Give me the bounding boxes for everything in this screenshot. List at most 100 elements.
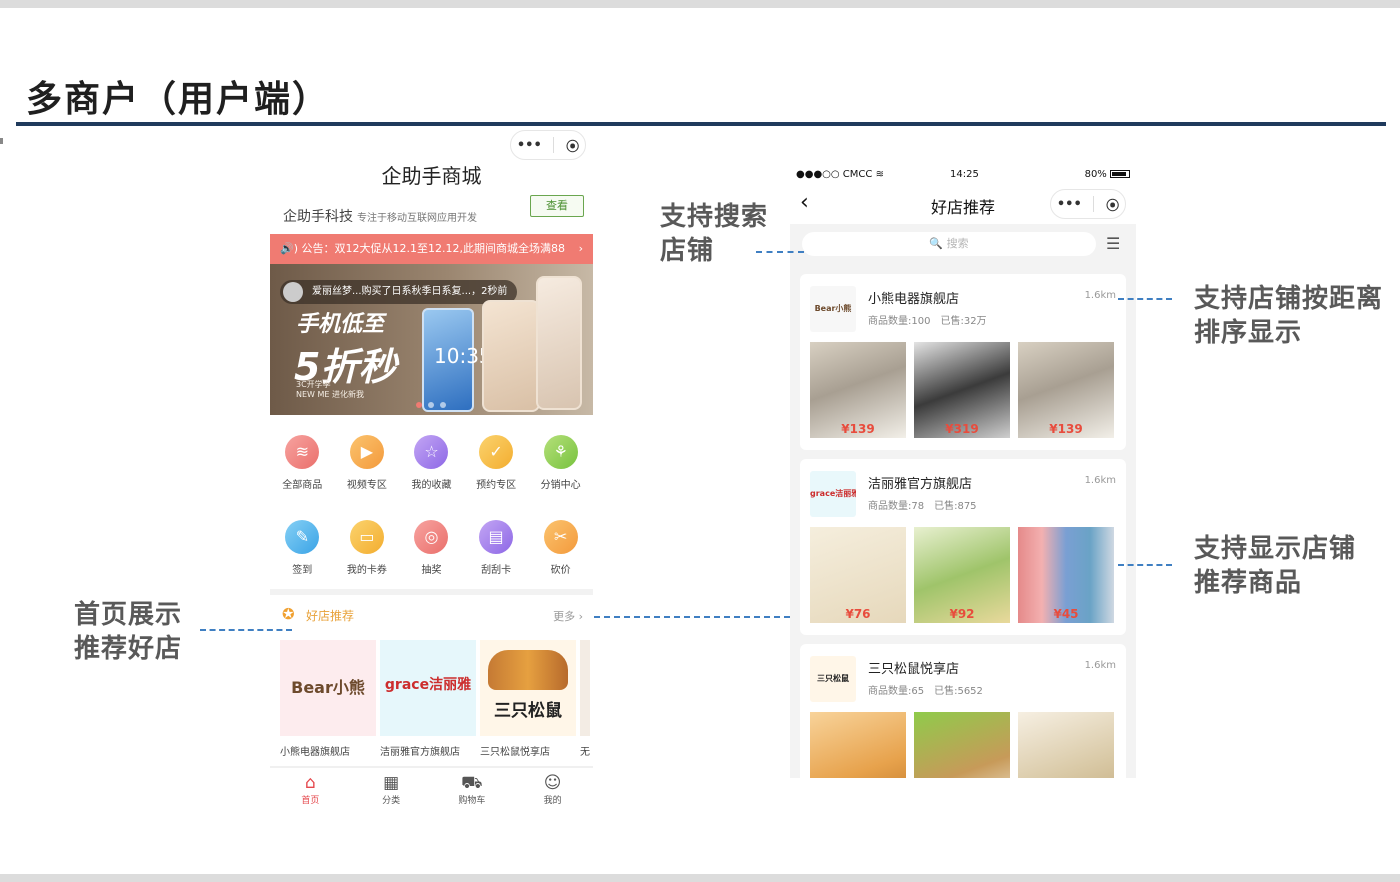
store-stats: 商品数量:65 已售:5652 xyxy=(868,686,983,697)
store-logo: 三只松鼠 xyxy=(810,656,856,702)
bargain-icon: ✂ xyxy=(543,520,578,554)
annotation-leader-line xyxy=(594,616,790,618)
grid-item-bargain[interactable]: ✂ 砍价 xyxy=(528,520,593,576)
video-icon: ▶ xyxy=(349,435,384,469)
mini-program-capsule: ••• ⦿ xyxy=(1050,189,1126,219)
wheel-icon: ◎ xyxy=(414,520,449,554)
product-price: ¥319 xyxy=(945,422,979,436)
user-icon: ☺ xyxy=(543,773,562,793)
product-thumb[interactable] xyxy=(1018,712,1114,778)
phone-image xyxy=(536,276,582,410)
more-icon[interactable]: ••• xyxy=(1057,197,1082,212)
product-price: ¥139 xyxy=(841,422,875,436)
search-input[interactable]: 🔍 搜索 xyxy=(802,232,1096,256)
bottom-tab-bar: ⌂ 首页 ▦ 分类 ⛟ 购物车 ☺ 我的 xyxy=(270,766,593,810)
edge-mark xyxy=(0,138,3,144)
shop-logo: 三只松鼠 xyxy=(494,701,562,721)
banner-headline: 手机低至 xyxy=(296,312,385,337)
promo-banner[interactable]: 爱丽丝梦...购买了日系秋季日系复...，2秒前 手机低至 5折秒 3C开学季 … xyxy=(270,264,593,415)
cart-icon: ⛟ xyxy=(461,773,483,793)
phone-image: 10:35 xyxy=(422,308,492,412)
shop-card[interactable]: grace洁丽雅 xyxy=(380,640,476,736)
recommended-shops-carousel: Bear小熊 grace洁丽雅 三只松鼠 xyxy=(280,640,593,736)
store-stats: 商品数量:78 已售:875 xyxy=(868,501,977,512)
shop-card[interactable]: Bear小熊 xyxy=(280,640,376,736)
status-bar: ●●●○○ CMCC ≋ 14:25 80% xyxy=(790,164,1136,186)
shop-card[interactable]: 三只松鼠 xyxy=(480,640,576,736)
store-name: 三只松鼠悦享店 xyxy=(868,662,960,677)
medal-icon: ✪ xyxy=(282,605,295,623)
store-products xyxy=(810,712,1116,778)
product-price: ¥76 xyxy=(845,607,871,621)
product-thumb[interactable]: ¥45 xyxy=(1018,527,1114,623)
top-border xyxy=(0,0,1400,8)
more-icon[interactable]: ••• xyxy=(517,138,542,153)
grid-item-booking[interactable]: ✓ 预约专区 xyxy=(464,435,529,491)
shop-card-name: 无 xyxy=(580,747,590,758)
store-card[interactable]: 三只松鼠 三只松鼠悦享店 商品数量:65 已售:5652 1.6km xyxy=(800,644,1126,778)
banner-caption: 3C开学季 NEW ME 进化新我 xyxy=(296,380,364,399)
slide-title: 多商户（用户端） xyxy=(26,79,331,120)
annotation-recommend: 支持显示店铺 推荐商品 xyxy=(1194,534,1357,598)
store-name: 洁丽雅官方旗舰店 xyxy=(868,477,973,492)
annotation-distance: 支持店铺按距离 排序显示 xyxy=(1194,284,1384,348)
product-thumb[interactable]: ¥139 xyxy=(810,342,906,438)
shop-card[interactable] xyxy=(580,640,590,736)
chevron-right-icon: › xyxy=(578,242,583,255)
wallet-icon: ▭ xyxy=(349,520,384,554)
product-price: ¥139 xyxy=(1049,422,1083,436)
grid-item-favorites[interactable]: ☆ 我的收藏 xyxy=(399,435,464,491)
shop-info: 企助手科技 专注于移动互联网应用开发 xyxy=(283,206,477,226)
product-thumb[interactable] xyxy=(914,712,1010,778)
shop-card-name: 洁丽雅官方旗舰店 xyxy=(380,747,460,758)
carrier: ●●●○○ CMCC ≋ xyxy=(796,169,884,180)
product-price: ¥92 xyxy=(949,607,975,621)
product-thumb[interactable]: ¥92 xyxy=(914,527,1010,623)
feature-grid-row-1: ≋ 全部商品 ▶ 视频专区 ☆ 我的收藏 ✓ 预约专区 ⚘ 分销中心 xyxy=(270,435,593,491)
notice-bar[interactable]: 🔊) 公告：双12大促从12.1至12.12,此期间商城全场满88 › xyxy=(270,234,593,264)
close-icon[interactable]: ⦿ xyxy=(566,136,579,155)
shop-logo: Bear小熊 xyxy=(291,678,365,697)
store-distance: 1.6km xyxy=(1084,475,1116,486)
tab-home[interactable]: ⌂ 首页 xyxy=(270,768,351,810)
store-distance: 1.6km xyxy=(1084,290,1116,301)
product-thumb[interactable]: ¥76 xyxy=(810,527,906,623)
grid-item-scratch-card[interactable]: ▤ 刮刮卡 xyxy=(464,520,529,576)
annotation-search: 支持搜索 店铺 xyxy=(660,202,769,266)
shop-names: 小熊电器旗舰店 洁丽雅官方旗舰店 三只松鼠悦享店 无 xyxy=(280,743,593,758)
tab-me[interactable]: ☺ 我的 xyxy=(512,768,593,810)
grid-item-video[interactable]: ▶ 视频专区 xyxy=(335,435,400,491)
grid-item-coupons[interactable]: ▭ 我的卡券 xyxy=(335,520,400,576)
annotation-leader-line xyxy=(200,629,292,631)
category-icon: ▦ xyxy=(383,773,400,793)
avatar xyxy=(283,282,303,302)
grid-item-lottery[interactable]: ◎ 抽奖 xyxy=(399,520,464,576)
view-shop-button[interactable]: 查看 xyxy=(530,195,584,217)
store-logo: grace洁丽雅 xyxy=(810,471,856,517)
store-card[interactable]: Bear小熊 小熊电器旗舰店 商品数量:100 已售:32万 1.6km ¥139… xyxy=(800,274,1126,450)
tab-cart[interactable]: ⛟ 购物车 xyxy=(432,768,513,810)
title-underline xyxy=(16,122,1386,126)
homepage-screenshot: ••• ⦿ 企助手商城 企助手科技 专注于移动互联网应用开发 查看 🔊) 公告：双… xyxy=(270,130,593,810)
page-title: 企助手商城 xyxy=(381,164,482,188)
nav-bar: ‹ 好店推荐 ••• ⦿ xyxy=(790,186,1136,224)
bottom-border xyxy=(0,874,1400,882)
more-link[interactable]: 更多 › xyxy=(553,608,583,624)
card-icon: ▤ xyxy=(479,520,514,554)
carousel-dots[interactable] xyxy=(416,402,446,408)
product-thumb[interactable]: ¥139 xyxy=(1018,342,1114,438)
pen-icon: ✎ xyxy=(285,520,320,554)
grid-item-distribution[interactable]: ⚘ 分销中心 xyxy=(528,435,593,491)
grid-item-checkin[interactable]: ✎ 签到 xyxy=(270,520,335,576)
product-thumb[interactable] xyxy=(810,712,906,778)
close-icon[interactable]: ⦿ xyxy=(1106,195,1119,214)
tab-category[interactable]: ▦ 分类 xyxy=(351,768,432,810)
list-menu-icon[interactable]: ☰ xyxy=(1106,234,1120,254)
clock: 14:25 xyxy=(950,169,979,180)
grid-item-all-products[interactable]: ≋ 全部商品 xyxy=(270,435,335,491)
store-card[interactable]: grace洁丽雅 洁丽雅官方旗舰店 商品数量:78 已售:875 1.6km ¥7… xyxy=(800,459,1126,635)
product-thumb[interactable]: ¥319 xyxy=(914,342,1010,438)
mini-program-capsule: ••• ⦿ xyxy=(510,130,586,160)
battery-icon xyxy=(1110,170,1130,178)
home-icon: ⌂ xyxy=(304,773,316,793)
